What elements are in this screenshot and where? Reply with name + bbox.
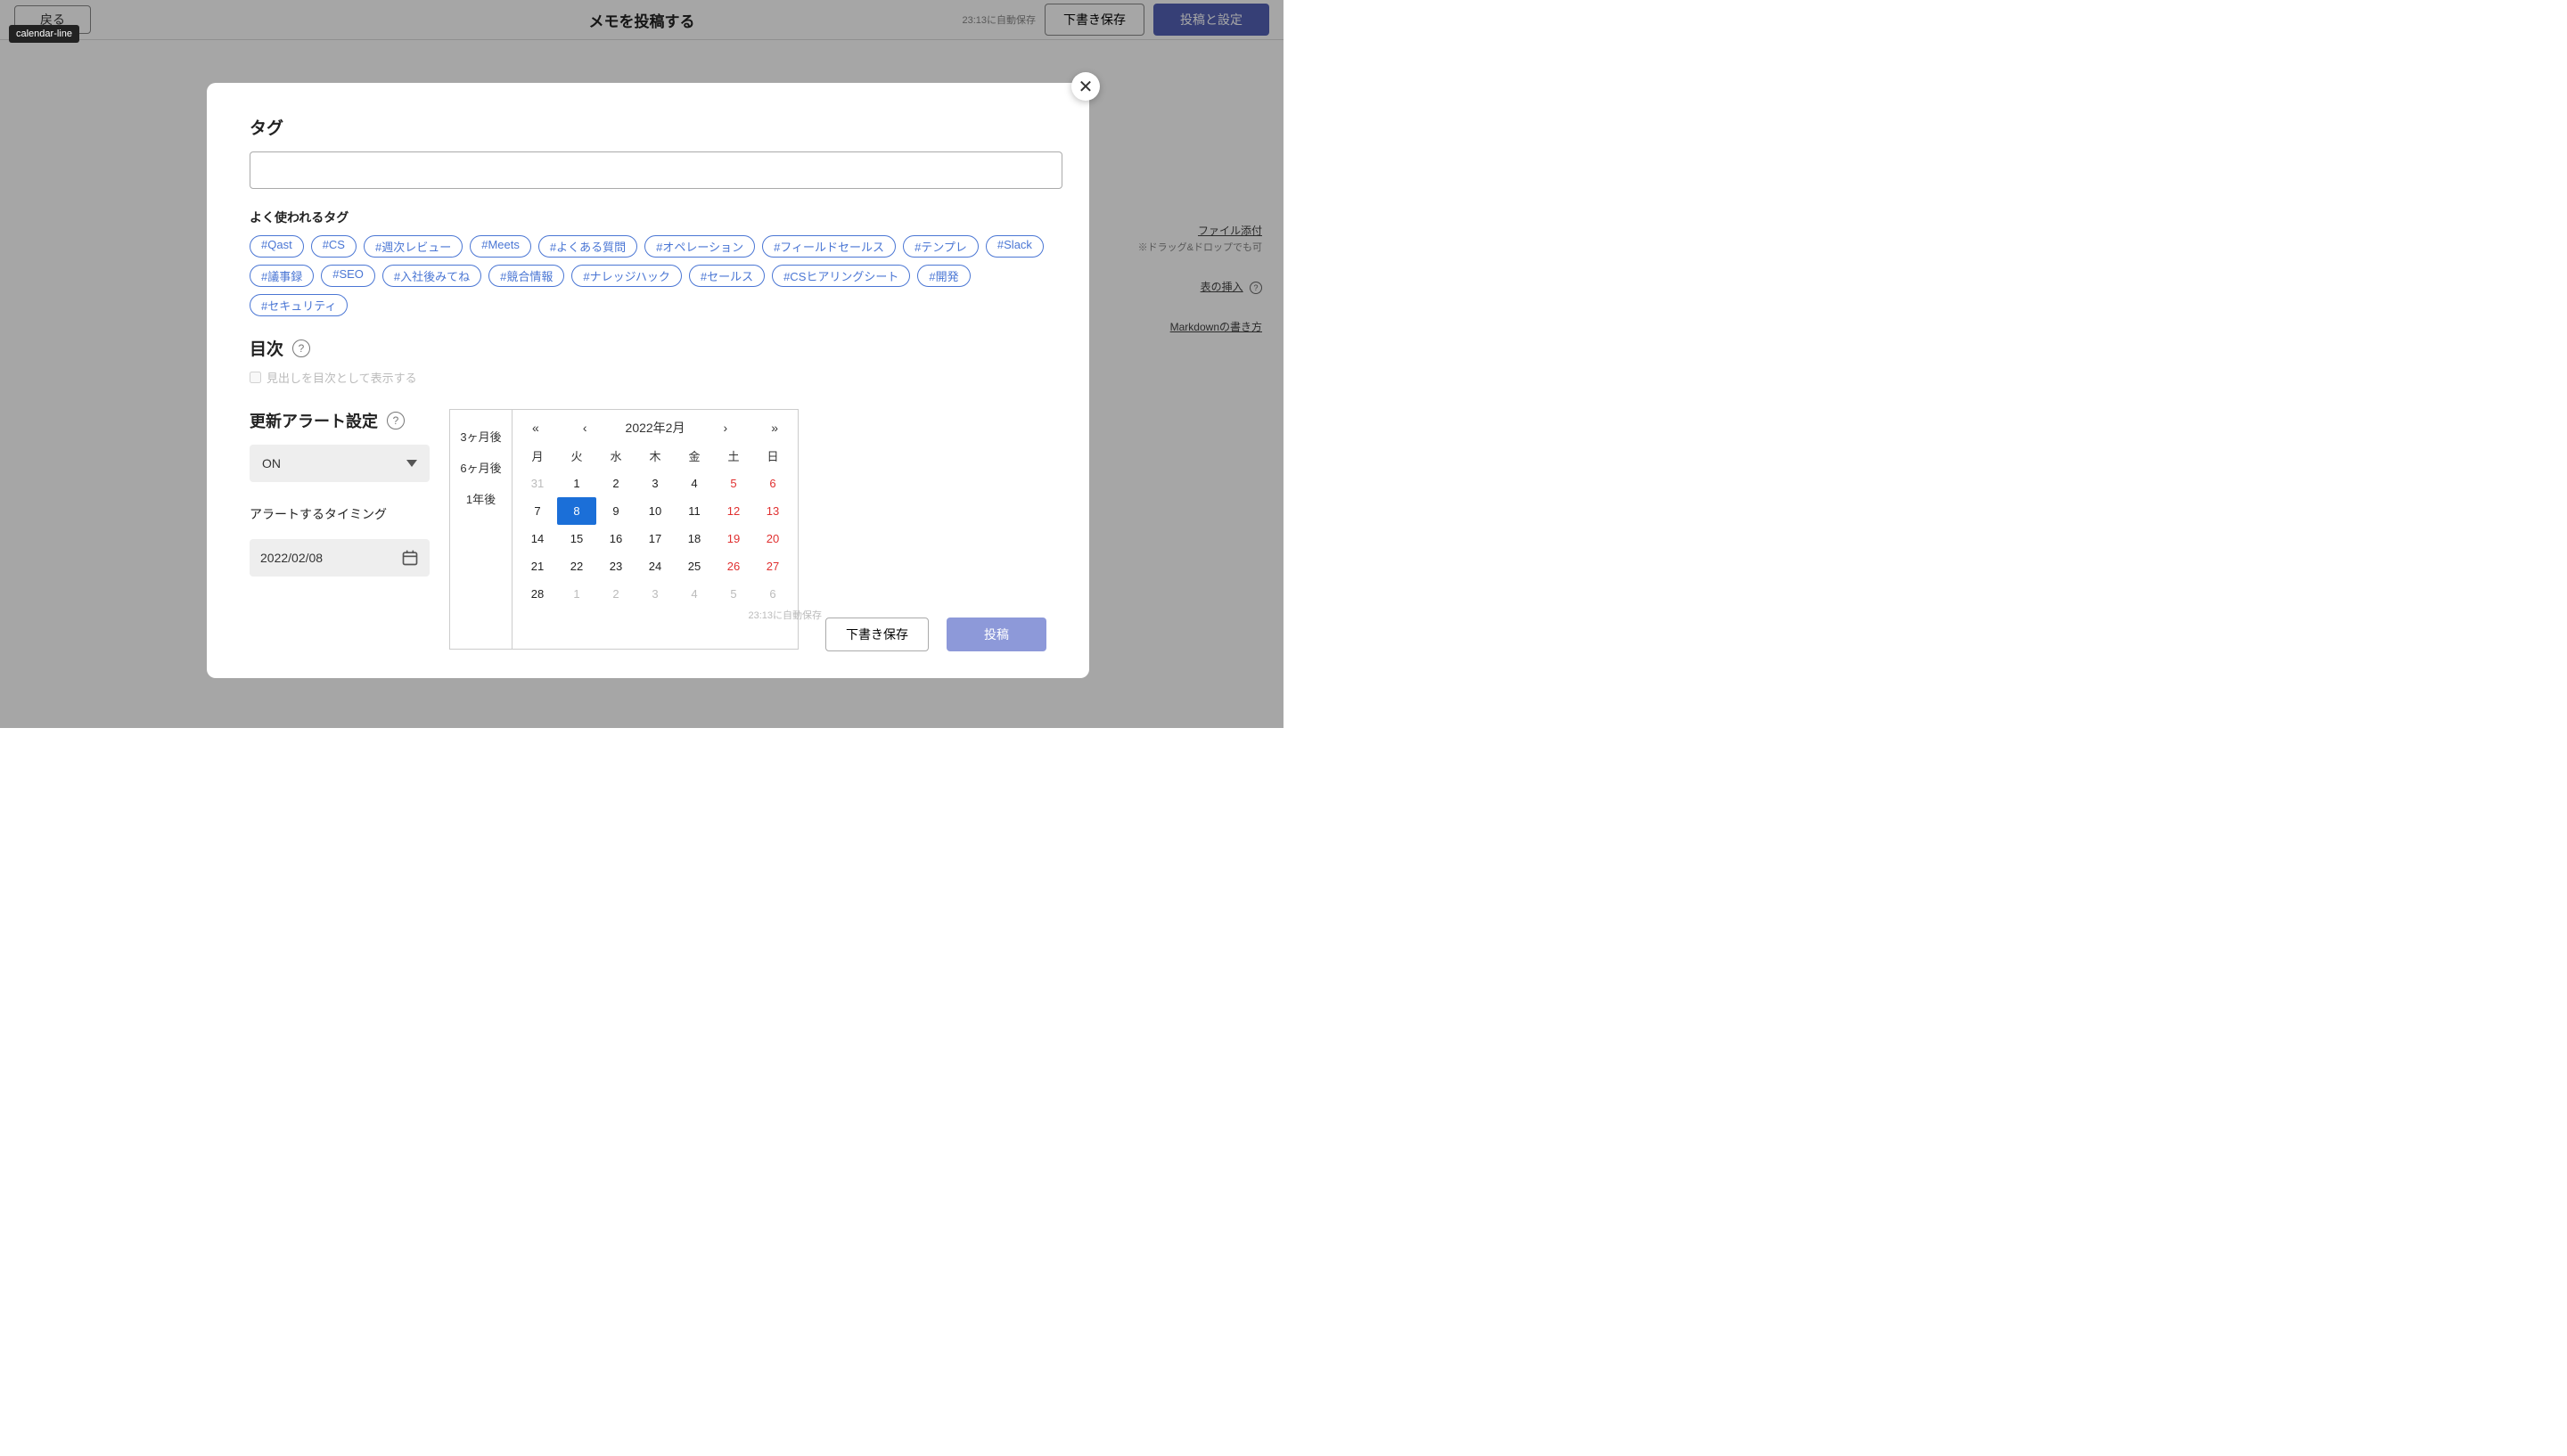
cal-day[interactable]: 5 — [714, 470, 753, 497]
tag-chip[interactable]: #CSヒアリングシート — [772, 265, 910, 287]
cal-day[interactable]: 22 — [557, 552, 596, 580]
tag-chip-row: #Qast #CS #週次レビュー #Meets #よくある質問 #オペレーション #フィー… — [250, 235, 1046, 258]
alert-section-title: 更新アラート設定 — [250, 409, 378, 432]
submit-button[interactable]: 投稿 — [947, 618, 1046, 651]
cal-day[interactable]: 4 — [675, 470, 714, 497]
autosave-label: 23:13に自動保存 — [748, 608, 822, 622]
date-input[interactable]: 2022/02/08 — [250, 539, 430, 577]
toc-checkbox-label: 見出しを目次として表示する — [267, 369, 417, 386]
cal-day: 6 — [753, 580, 792, 608]
cal-day[interactable]: 26 — [714, 552, 753, 580]
cal-day[interactable]: 19 — [714, 525, 753, 552]
cal-day[interactable]: 13 — [753, 497, 792, 525]
cal-dow: 日 — [753, 442, 792, 470]
cal-day[interactable]: 12 — [714, 497, 753, 525]
cal-day: 3 — [636, 580, 675, 608]
date-preset[interactable]: 6ヶ月後 — [450, 452, 512, 483]
cal-day[interactable]: 16 — [596, 525, 636, 552]
close-button[interactable]: ✕ — [1071, 72, 1100, 101]
close-icon: ✕ — [1078, 76, 1094, 98]
tag-chip[interactable]: #開発 — [917, 265, 970, 287]
tag-chip[interactable]: #よくある質問 — [538, 235, 637, 258]
date-preset-column: 3ヶ月後6ヶ月後1年後 — [450, 410, 513, 649]
draft-save-button[interactable]: 下書き保存 — [825, 618, 929, 651]
settings-modal: ✕ タグ よく使われるタグ #Qast#CS#週次レビュー#Meets#よくある… — [207, 83, 1089, 678]
frequent-tags-label: よく使われるタグ — [250, 209, 1046, 226]
cal-day[interactable]: 1 — [557, 470, 596, 497]
cal-dow: 金 — [675, 442, 714, 470]
cal-day[interactable]: 20 — [753, 525, 792, 552]
toc-checkbox[interactable] — [250, 372, 261, 383]
tag-input[interactable] — [250, 151, 1062, 189]
tag-chip[interactable]: #入社後みてね — [382, 265, 481, 287]
cal-prev-button[interactable]: ‹ — [578, 419, 593, 437]
cal-dow: 火 — [557, 442, 596, 470]
calendar-icon — [401, 549, 419, 567]
cal-dow: 月 — [518, 442, 557, 470]
cal-day[interactable]: 10 — [636, 497, 675, 525]
cal-day: 2 — [596, 580, 636, 608]
date-preset[interactable]: 1年後 — [450, 483, 512, 514]
cal-day[interactable]: 28 — [518, 580, 557, 608]
tag-chip[interactable]: #CS — [311, 235, 357, 258]
cal-day[interactable]: 3 — [636, 470, 675, 497]
cal-next-button[interactable]: › — [718, 419, 734, 437]
date-picker: 3ヶ月後6ヶ月後1年後 « ‹ 2022年2月 › » 月火水木金土日31123… — [449, 409, 799, 650]
cal-last-button[interactable]: » — [766, 419, 783, 437]
tag-section-title: タグ — [250, 115, 1046, 139]
cal-day: 5 — [714, 580, 753, 608]
cal-day: 31 — [518, 470, 557, 497]
cal-dow: 水 — [596, 442, 636, 470]
cal-dow: 土 — [714, 442, 753, 470]
cal-day[interactable]: 6 — [753, 470, 792, 497]
cal-day: 1 — [557, 580, 596, 608]
cal-first-button[interactable]: « — [527, 419, 545, 437]
tag-chip[interactable]: #議事録 — [250, 265, 314, 287]
cal-day[interactable]: 17 — [636, 525, 675, 552]
toc-checkbox-row[interactable]: 見出しを目次として表示する — [250, 369, 1046, 386]
cal-day[interactable]: 21 — [518, 552, 557, 580]
chevron-down-icon — [406, 460, 417, 467]
date-value: 2022/02/08 — [260, 551, 323, 565]
cal-day[interactable]: 9 — [596, 497, 636, 525]
cal-day: 4 — [675, 580, 714, 608]
cal-day[interactable]: 23 — [596, 552, 636, 580]
tag-chip[interactable]: #競合情報 — [488, 265, 564, 287]
timing-label: アラートするタイミング — [250, 505, 430, 523]
cal-day[interactable]: 11 — [675, 497, 714, 525]
cal-day[interactable]: 2 — [596, 470, 636, 497]
help-icon[interactable]: ? — [292, 339, 310, 357]
help-icon[interactable]: ? — [387, 412, 405, 429]
cal-day[interactable]: 15 — [557, 525, 596, 552]
tag-chip[interactable]: #セールス — [689, 265, 765, 287]
alert-toggle-value: ON — [262, 456, 281, 470]
tag-chip[interactable]: #Qast — [250, 235, 304, 258]
tag-chip[interactable]: #Meets — [470, 235, 531, 258]
cal-day[interactable]: 8 — [557, 497, 596, 525]
date-preset[interactable]: 3ヶ月後 — [450, 421, 512, 452]
cal-day[interactable]: 18 — [675, 525, 714, 552]
tag-chip[interactable]: #テンプレ — [903, 235, 979, 258]
tag-chip-row: #議事録 #SEO #入社後みてね #競合情報 #ナレッジハック #セールス #CSヒアリン… — [250, 265, 1046, 316]
cal-day[interactable]: 14 — [518, 525, 557, 552]
cal-day[interactable]: 25 — [675, 552, 714, 580]
calendar-grid: 月火水木金土日311234567891011121314151617181920… — [518, 442, 792, 608]
cal-day[interactable]: 27 — [753, 552, 792, 580]
tooltip: calendar-line — [9, 25, 79, 43]
cal-dow: 木 — [636, 442, 675, 470]
cal-day[interactable]: 24 — [636, 552, 675, 580]
tag-chip[interactable]: #フィールドセールス — [762, 235, 896, 258]
tag-chip[interactable]: #SEO — [321, 265, 375, 287]
cal-month-label: 2022年2月 — [626, 419, 685, 437]
tag-chip[interactable]: #ナレッジハック — [571, 265, 681, 287]
tag-chip[interactable]: #オペレーション — [644, 235, 755, 258]
tag-chip[interactable]: #セキュリティ — [250, 294, 348, 316]
toc-section-title: 目次 — [250, 336, 283, 360]
tag-chip[interactable]: #週次レビュー — [364, 235, 463, 258]
alert-toggle-select[interactable]: ON — [250, 445, 430, 482]
cal-day[interactable]: 7 — [518, 497, 557, 525]
tag-chip[interactable]: #Slack — [986, 235, 1044, 258]
